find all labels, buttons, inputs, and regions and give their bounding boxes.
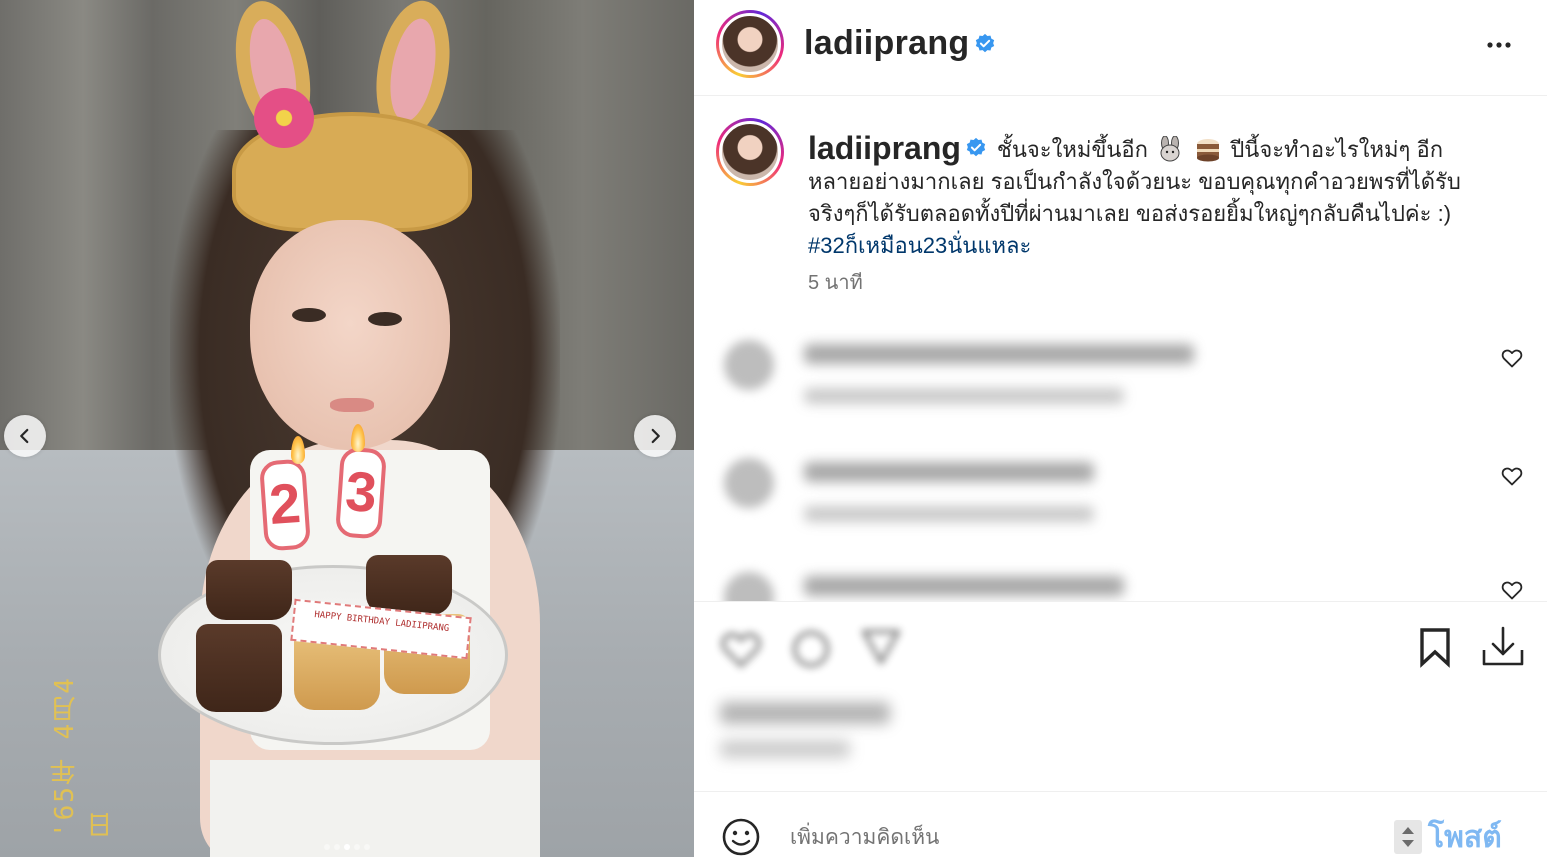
verified-badge-icon xyxy=(966,137,986,157)
carousel-dot xyxy=(354,844,360,850)
caption-time-ago[interactable]: 5 นาที xyxy=(808,266,863,298)
caption-text-part: ชั้นจะใหม่ขึ้นอีก xyxy=(996,137,1148,162)
caption-avatar[interactable] xyxy=(716,118,784,186)
comment-meta xyxy=(804,506,1094,522)
scroll-arrows-icon[interactable] xyxy=(1394,820,1422,854)
comment-text xyxy=(804,462,1094,482)
comment-icon[interactable] xyxy=(788,626,834,672)
rabbit-emoji-icon xyxy=(1160,136,1180,162)
download-icon[interactable] xyxy=(1480,624,1526,670)
carousel-next-button[interactable] xyxy=(634,415,676,457)
post-photo[interactable]: HAPPY BIRTHDAY LADIIPRANG 2 3 '65年 4月4日 xyxy=(0,0,694,857)
share-icon[interactable] xyxy=(858,624,904,670)
carousel-dot-active xyxy=(344,844,350,850)
carousel-dots xyxy=(0,844,694,850)
bookmark-icon[interactable] xyxy=(1412,624,1458,670)
photo-cupcake xyxy=(366,555,452,615)
carousel-prev-button[interactable] xyxy=(4,415,46,457)
comment-text xyxy=(804,344,1194,364)
post-detail-panel: ladiiprang ladiiprang ชั้นจะใหม่ขึ้นอีก xyxy=(694,0,1547,857)
post-caption: ladiiprang ชั้นจะใหม่ขึ้นอีก ปีนี้จะทำอะ… xyxy=(808,130,1498,262)
heart-icon[interactable] xyxy=(718,626,764,672)
comments-area[interactable]: ladiiprang ชั้นจะใหม่ขึ้นอีก ปีนี้จะทำอะ… xyxy=(694,96,1547,601)
photo-candle-3: 3 xyxy=(334,446,388,540)
cake-emoji-icon xyxy=(1197,139,1220,162)
photo-cupcake xyxy=(196,624,282,712)
post-actions xyxy=(694,601,1547,791)
photo-cupcake xyxy=(206,560,292,620)
comment-avatar[interactable] xyxy=(724,572,774,601)
photo-candle-2: 2 xyxy=(258,458,312,552)
comment-avatar[interactable] xyxy=(724,458,774,508)
caption-text-part: จริงๆก็ได้รับตลอดทั้งปีที่ผ่านมาเลย ขอส่… xyxy=(808,201,1452,226)
photo-eye-left xyxy=(292,308,326,322)
comment-meta xyxy=(804,388,1124,404)
post-comment-button[interactable]: โพสต์ xyxy=(1428,814,1502,857)
photo-candle-digit: 2 xyxy=(267,470,303,537)
likes-count[interactable] xyxy=(720,702,890,724)
smiley-icon[interactable] xyxy=(720,816,762,857)
photo-pants xyxy=(210,760,540,857)
carousel-dot xyxy=(334,844,340,850)
heart-icon[interactable] xyxy=(1500,464,1524,488)
caption-text-part: หลายอย่างมากเลย รอเป็นกำลังใจด้วยนะ ขอบค… xyxy=(808,169,1461,194)
comment-text xyxy=(804,576,1124,596)
ellipsis-icon[interactable] xyxy=(1484,30,1514,60)
carousel-dot xyxy=(324,844,330,850)
photo-flower xyxy=(254,88,314,148)
header-username[interactable]: ladiiprang xyxy=(804,24,969,63)
comment-avatar[interactable] xyxy=(724,340,774,390)
heart-icon[interactable] xyxy=(1500,346,1524,370)
chevron-left-icon xyxy=(20,428,29,444)
chevron-right-icon xyxy=(651,428,660,444)
photo-lips xyxy=(330,398,374,412)
avatar[interactable] xyxy=(716,10,784,78)
post-header: ladiiprang xyxy=(694,0,1547,96)
caption-hashtag[interactable]: #32ก็เหมือน23นั่นแหละ xyxy=(808,233,1031,258)
photo-eye-right xyxy=(368,312,402,326)
caption-username[interactable]: ladiiprang xyxy=(808,130,961,166)
post-date xyxy=(720,740,850,758)
caption-text-part: ปีนี้จะทำอะไรใหม่ๆ อีก xyxy=(1230,137,1444,162)
verified-badge-icon xyxy=(975,33,995,53)
photo-date-stamp: '65年 4月4日 xyxy=(50,676,117,838)
photo-candle-digit: 3 xyxy=(343,458,379,525)
carousel-dot xyxy=(364,844,370,850)
comment-item xyxy=(694,564,1547,601)
comment-item xyxy=(694,450,1547,550)
add-comment-bar: โพสต์ xyxy=(694,791,1547,857)
photo-face xyxy=(250,220,450,450)
comment-item xyxy=(694,332,1547,432)
heart-icon[interactable] xyxy=(1500,578,1524,601)
comment-input[interactable] xyxy=(790,822,1350,854)
